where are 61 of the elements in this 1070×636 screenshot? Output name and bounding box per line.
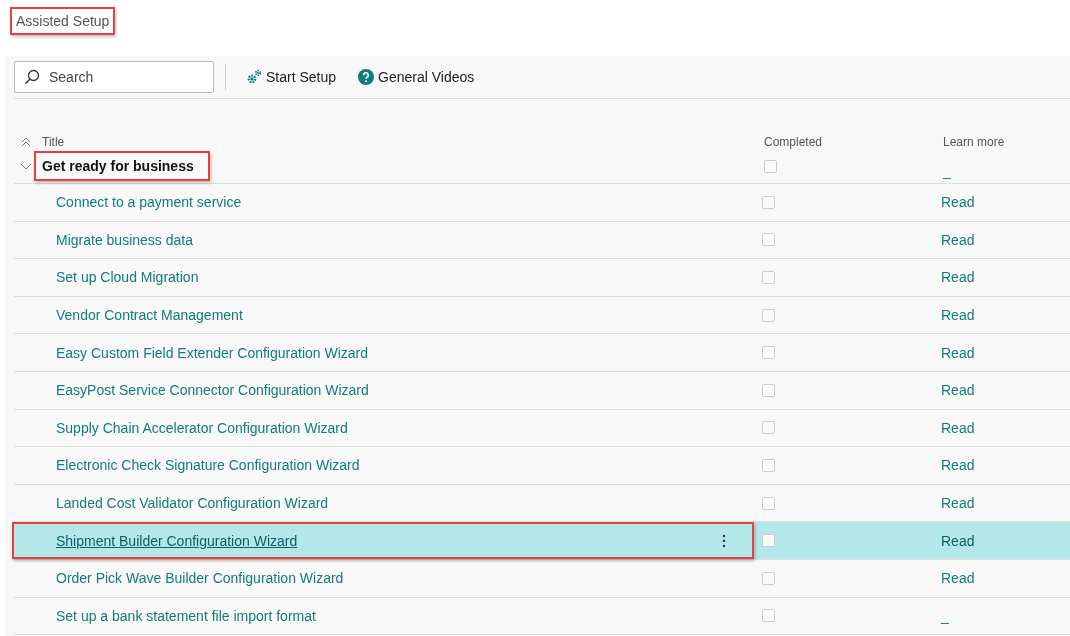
setup-link[interactable]: Landed Cost Validator Configuration Wizard <box>56 495 329 512</box>
checkbox[interactable] <box>762 346 775 360</box>
column-header[interactable]: Learn more <box>943 135 1005 149</box>
checkbox[interactable] <box>762 609 775 623</box>
checkbox[interactable] <box>762 233 775 247</box>
learn-more-link[interactable]: Read <box>941 382 975 399</box>
checkbox[interactable] <box>762 534 775 548</box>
more-options-icon[interactable] <box>722 533 726 548</box>
help-icon <box>358 69 375 85</box>
checkbox[interactable] <box>762 383 775 397</box>
column-header[interactable]: Completed <box>764 135 823 149</box>
setup-link[interactable]: Set up Cloud Migration <box>56 269 199 286</box>
search-field[interactable]: Search <box>14 61 214 93</box>
checkbox[interactable] <box>762 195 775 209</box>
checkbox[interactable] <box>762 496 775 510</box>
learn-more-link[interactable]: Read <box>941 457 975 474</box>
checkbox[interactable] <box>762 271 775 284</box>
learn-more-link[interactable]: _ <box>941 607 949 624</box>
setup-link[interactable]: Electronic Check Signature Configuration Wizard <box>56 457 360 474</box>
learn-more-link[interactable]: Read <box>941 231 975 248</box>
table-row[interactable]: Set up Cloud Migration Read <box>14 259 1070 297</box>
learn-more-link[interactable]: Read <box>941 495 975 512</box>
learn-more-link[interactable]: Read <box>941 344 975 361</box>
checkbox[interactable] <box>762 308 775 322</box>
gears-icon <box>246 69 262 85</box>
learn-more-link[interactable]: Read <box>941 307 975 324</box>
learn-more-link[interactable]: _ <box>943 163 951 179</box>
table-row[interactable]: Order Pick Wave Builder Configuration Wizard Read <box>14 559 1070 598</box>
setup-link[interactable]: Easy Custom Field Extender Configuration Wizard <box>56 344 369 361</box>
table-row[interactable]: Set up a bank statement file import format _ <box>14 597 1070 636</box>
learn-more-link[interactable]: Read <box>941 570 975 587</box>
setup-link[interactable]: Shipment Builder Configuration Wizard <box>56 532 298 549</box>
table-row[interactable]: EasyPost Service Connector Configuration Wizard Read <box>14 371 1070 410</box>
setup-link[interactable]: EasyPost Service Connector Configuration Wizard <box>56 382 369 399</box>
toolbar-button[interactable]: Start Setup <box>246 69 337 85</box>
toolbar-button[interactable]: General Videos <box>358 69 475 85</box>
checkbox[interactable] <box>762 421 775 435</box>
setup-link[interactable]: Supply Chain Accelerator Configuration Wizard <box>56 419 348 436</box>
checkbox[interactable] <box>762 458 775 472</box>
setup-link[interactable]: Set up a bank statement file import format <box>56 607 316 624</box>
setup-link[interactable]: Connect to a payment service <box>56 194 242 211</box>
setup-link[interactable]: Migrate business data <box>56 231 193 248</box>
checkbox[interactable] <box>764 159 777 173</box>
learn-more-link[interactable]: Read <box>941 419 975 436</box>
learn-more-link[interactable]: Read <box>941 532 975 549</box>
column-header[interactable]: Title <box>42 135 65 149</box>
setup-link[interactable]: Vendor Contract Management <box>56 307 243 324</box>
table-row[interactable]: Easy Custom Field Extender Configuration Wizard Read <box>14 334 1070 372</box>
learn-more-link[interactable]: Read <box>941 269 975 286</box>
page-title: Assisted Setup <box>10 7 116 35</box>
table-row[interactable]: Supply Chain Accelerator Configuration Wizard Read <box>14 409 1070 448</box>
collapse-all-icon[interactable] <box>20 136 32 148</box>
table-row[interactable]: Migrate business data Read <box>14 221 1070 260</box>
checkbox[interactable] <box>762 571 775 585</box>
table-row[interactable]: Shipment Builder Configuration Wizard Read <box>14 522 1070 560</box>
table-row[interactable]: Connect to a payment service Read <box>14 184 1070 222</box>
group-title[interactable]: Get ready for business <box>34 151 210 181</box>
table-row[interactable]: Electronic Check Signature Configuration Wizard Read <box>14 447 1070 485</box>
table-row[interactable]: Vendor Contract Management Read <box>14 296 1070 335</box>
learn-more-link[interactable]: Read <box>941 194 975 211</box>
setup-link[interactable]: Order Pick Wave Builder Configuration Wizard <box>56 570 344 587</box>
